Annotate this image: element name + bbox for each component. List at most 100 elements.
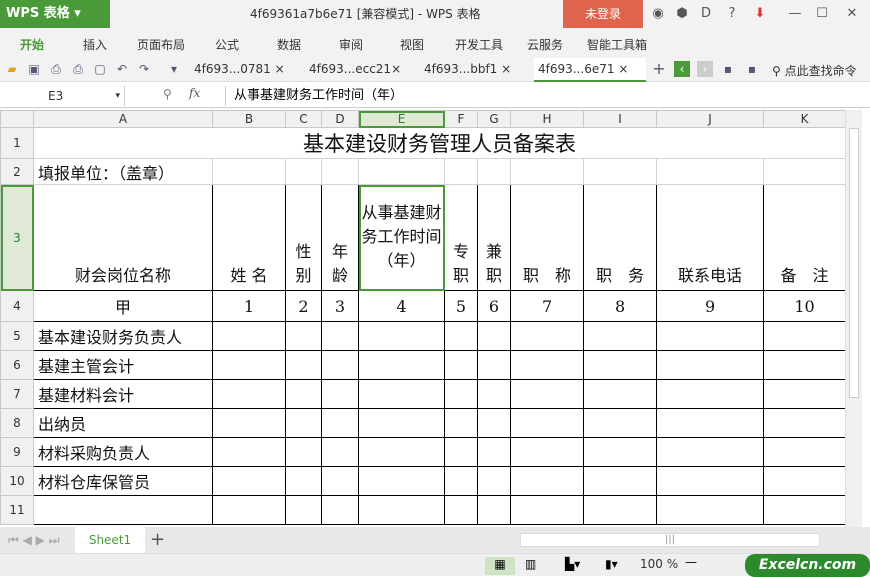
cell[interactable] [763,437,847,467]
code-cell[interactable]: 甲 [33,290,213,322]
code-cell[interactable]: 3 [321,290,359,322]
command-search[interactable]: ⚲ 点此查找命令 [772,62,857,79]
cell[interactable] [763,466,847,496]
cell[interactable] [443,437,479,467]
row-header[interactable]: 4 [0,290,34,322]
cell[interactable] [656,158,765,185]
cell[interactable] [321,350,359,380]
cell[interactable] [763,408,847,438]
row-header[interactable]: 3 [0,184,34,291]
settings-icon[interactable]: ⬢ [672,4,692,24]
cell[interactable] [583,158,658,185]
cell[interactable] [358,408,445,438]
position-cell[interactable]: 材料采购负责人 [33,437,213,467]
skin-icon[interactable]: ◉ [648,4,668,24]
page-break-view-icon[interactable]: ▥ [525,557,536,571]
code-cell[interactable]: 7 [510,290,585,322]
code-cell[interactable]: 8 [583,290,658,322]
column-header[interactable]: B [212,110,286,128]
fx-icon[interactable]: fx [189,86,200,100]
header-cell[interactable]: 性别 [285,184,322,291]
cell[interactable] [212,321,286,351]
print-icon[interactable]: ⎙ [70,61,86,77]
close-tab-icon[interactable]: × [391,62,401,76]
cell[interactable] [358,350,445,380]
cell[interactable] [477,408,512,438]
print-preview-icon[interactable]: ▢ [92,61,108,77]
row-header[interactable]: 9 [0,437,34,467]
menu-review[interactable]: 审阅 [339,36,363,53]
cell[interactable] [477,495,512,525]
menu-smart-tools[interactable]: 智能工具箱 [587,36,647,53]
menu-insert[interactable]: 插入 [83,36,107,53]
save-icon[interactable]: ▣ [26,61,42,77]
header-cell[interactable]: 兼职 [477,184,512,291]
wps-menu-button[interactable]: WPS 表格 ▾ [0,0,110,28]
cell[interactable] [285,321,322,351]
zoom-out-icon[interactable]: — [685,555,697,569]
position-cell[interactable]: 基建主管会计 [33,350,213,380]
code-cell[interactable]: 6 [477,290,512,322]
position-cell[interactable]: 材料仓库保管员 [33,466,213,496]
select-all[interactable] [0,110,34,128]
row-header[interactable]: 8 [0,408,34,438]
feedback-icon[interactable]: D [696,4,716,24]
cell[interactable] [583,466,658,496]
position-cell[interactable] [33,495,213,525]
header-cell[interactable]: 财会岗位名称 [33,184,213,291]
cell[interactable] [583,321,658,351]
cell[interactable] [212,158,286,185]
cell[interactable] [443,408,479,438]
cell[interactable] [656,321,765,351]
code-cell[interactable]: 5 [443,290,479,322]
cell[interactable] [477,158,512,185]
cell[interactable] [443,466,479,496]
cell[interactable] [321,321,359,351]
name-box[interactable]: E3 ▾ [0,86,125,106]
cell[interactable] [656,466,765,496]
menu-home[interactable]: 开始 [20,36,44,53]
tab-list-icon[interactable]: ▪ [720,61,736,77]
cell[interactable] [443,321,479,351]
cell[interactable] [510,437,585,467]
close-tab-icon[interactable]: × [275,62,285,76]
cell[interactable] [358,437,445,467]
cell[interactable] [656,350,765,380]
redo-icon[interactable]: ↷ [136,61,152,77]
cell[interactable] [212,437,286,467]
close-button[interactable]: ✕ [842,4,862,24]
cell[interactable] [510,350,585,380]
normal-view-icon[interactable]: ▦ [485,557,515,575]
code-cell[interactable]: 1 [212,290,286,322]
cell[interactable] [443,495,479,525]
cell[interactable] [321,158,359,185]
sheet-nav-arrows[interactable]: ⏮ ◀ ▶ ⏭ [8,533,60,548]
close-tab-icon[interactable]: × [501,62,511,76]
cell[interactable] [285,158,322,185]
header-cell[interactable]: 职 务 [583,184,658,291]
dropdown-icon[interactable]: ▾ [166,61,182,77]
new-tab-icon[interactable]: + [651,61,667,77]
code-cell[interactable]: 9 [656,290,765,322]
prev-tab-icon[interactable]: ‹ [674,61,690,77]
cell[interactable] [583,437,658,467]
menu-data[interactable]: 数据 [277,36,301,53]
sheet-title[interactable]: 基本建设财务管理人员备案表 [32,127,847,159]
column-header[interactable]: A [33,110,213,128]
zoom-level[interactable]: 100 % [640,557,678,571]
eye-protection-icon[interactable]: ▮▾ [605,557,618,571]
cell[interactable] [763,321,847,351]
cell[interactable] [510,379,585,409]
position-cell[interactable]: 基建材料会计 [33,379,213,409]
zoom-formula-icon[interactable]: ⚲ [163,87,172,101]
cell[interactable] [212,466,286,496]
add-sheet-icon[interactable]: + [150,529,165,550]
header-cell[interactable]: 年龄 [321,184,359,291]
header-cell[interactable]: 从事基建财务工作时间（年） [358,184,445,291]
code-cell[interactable]: 10 [763,290,847,322]
cell[interactable] [358,466,445,496]
header-cell[interactable]: 专职 [443,184,479,291]
cell[interactable] [321,437,359,467]
header-cell[interactable]: 备 注 [763,184,847,291]
cell[interactable] [285,350,322,380]
